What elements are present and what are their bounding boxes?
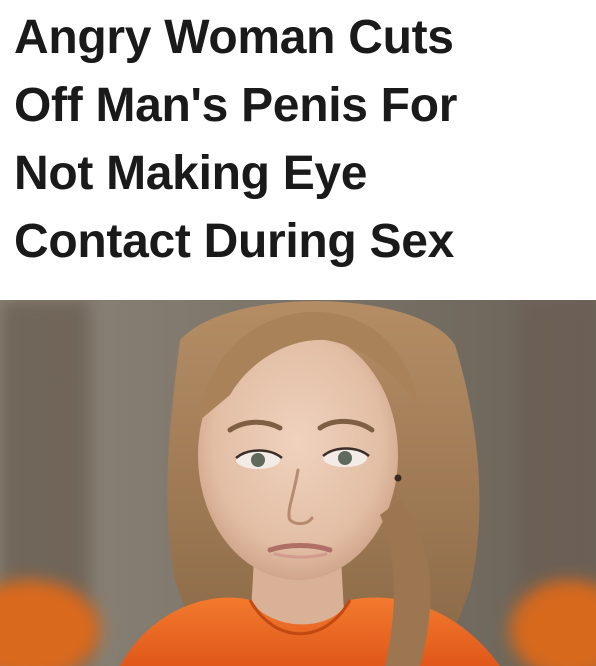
headline-line: Not Making Eye [14,147,368,200]
headline: Angry Woman Cuts Off Man's Penis For Not… [14,4,590,276]
headline-line: Contact During Sex [14,215,454,268]
meme-post: Angry Woman Cuts Off Man's Penis For Not… [0,0,596,666]
left-iris [251,453,265,467]
mugshot-photo [0,300,596,666]
right-iris [338,451,352,465]
headline-line: Angry Woman Cuts [14,11,454,64]
headline-block: Angry Woman Cuts Off Man's Penis For Not… [0,0,596,300]
headline-line: Off Man's Penis For [14,79,458,132]
mugshot-illustration [0,300,596,666]
mole [394,474,402,482]
